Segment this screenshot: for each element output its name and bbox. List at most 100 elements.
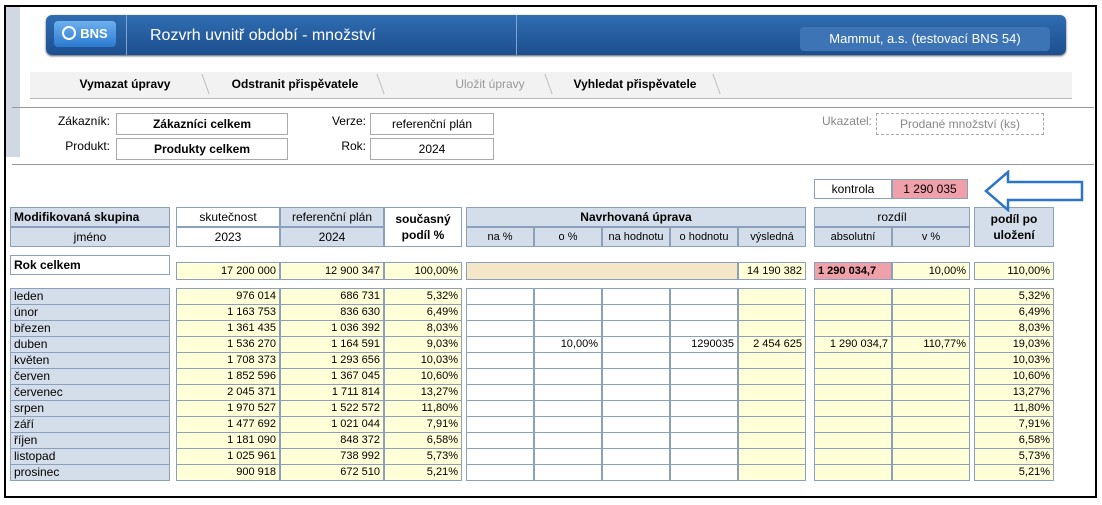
bns-logo[interactable]: BNS xyxy=(54,21,116,47)
cell-result xyxy=(738,432,806,449)
cell-result xyxy=(738,384,806,401)
cell-o-val[interactable] xyxy=(670,368,738,385)
year-label: Rok: xyxy=(341,139,366,153)
cell-na-pct[interactable] xyxy=(466,464,534,481)
kontrola-label: kontrola xyxy=(814,179,892,199)
remove-contributor-button[interactable]: Odstranit přispěvatele xyxy=(210,72,380,98)
cell-na-val[interactable] xyxy=(602,336,670,353)
cell-na-val[interactable] xyxy=(602,384,670,401)
cell-share: 5,73% xyxy=(384,448,462,465)
cell-o-pct[interactable] xyxy=(534,416,602,433)
cell-v-pct xyxy=(892,352,970,369)
cell-share: 10,03% xyxy=(384,352,462,369)
header-share: současný podíl % xyxy=(384,207,462,247)
cell-o-pct[interactable] xyxy=(534,432,602,449)
cell-actual: 1 970 527 xyxy=(176,400,280,417)
cell-v-pct xyxy=(892,368,970,385)
cell-o-val[interactable] xyxy=(670,352,738,369)
cell-na-pct[interactable] xyxy=(466,384,534,401)
cell-o-val[interactable] xyxy=(670,448,738,465)
cell-o-val[interactable] xyxy=(670,304,738,321)
save-changes-button[interactable]: Uložit úpravy xyxy=(435,72,545,98)
version-field[interactable]: referenční plán xyxy=(370,113,494,135)
cell-name: září xyxy=(10,416,170,433)
total-v-pct: 10,00% xyxy=(892,262,970,280)
cell-actual: 1 477 692 xyxy=(176,416,280,433)
cell-o-pct[interactable] xyxy=(534,368,602,385)
header-diff: rozdíl xyxy=(814,207,970,227)
cell-o-pct[interactable] xyxy=(534,464,602,481)
cell-o-pct[interactable] xyxy=(534,448,602,465)
cell-o-val[interactable]: 1290035 xyxy=(670,336,738,353)
product-field[interactable]: Produkty celkem xyxy=(116,138,288,160)
cell-name: leden xyxy=(10,288,170,305)
header-actual-year: 2023 xyxy=(176,227,280,247)
cell-after: 5,73% xyxy=(974,448,1054,465)
cell-actual: 900 918 xyxy=(176,464,280,481)
cell-abs xyxy=(814,416,892,433)
cell-abs xyxy=(814,448,892,465)
cell-o-val[interactable] xyxy=(670,400,738,417)
cell-na-val[interactable] xyxy=(602,400,670,417)
cell-o-pct[interactable] xyxy=(534,352,602,369)
cell-na-pct[interactable] xyxy=(466,288,534,305)
header-plan-year: 2024 xyxy=(280,227,384,247)
cell-abs xyxy=(814,352,892,369)
cell-share: 6,58% xyxy=(384,432,462,449)
cell-na-pct[interactable] xyxy=(466,432,534,449)
cell-abs xyxy=(814,384,892,401)
cell-na-val[interactable] xyxy=(602,352,670,369)
cell-v-pct: 110,77% xyxy=(892,336,970,353)
cell-after: 8,03% xyxy=(974,320,1054,337)
cell-share: 7,91% xyxy=(384,416,462,433)
cell-na-val[interactable] xyxy=(602,368,670,385)
cell-o-val[interactable] xyxy=(670,384,738,401)
customer-field[interactable]: Zákazníci celkem xyxy=(116,113,288,135)
cell-na-pct[interactable] xyxy=(466,400,534,417)
cell-na-pct[interactable] xyxy=(466,336,534,353)
cell-na-val[interactable] xyxy=(602,464,670,481)
total-abs: 1 290 034,7 xyxy=(814,262,892,280)
cell-actual: 1 708 373 xyxy=(176,352,280,369)
cell-o-val[interactable] xyxy=(670,416,738,433)
version-label: Verze: xyxy=(331,114,366,128)
cell-na-val[interactable] xyxy=(602,320,670,337)
cell-o-val[interactable] xyxy=(670,288,738,305)
find-contributor-button[interactable]: Vyhledat přispěvatele xyxy=(560,72,710,98)
year-field[interactable]: 2024 xyxy=(370,138,494,160)
cell-name: březen xyxy=(10,320,170,337)
cell-o-pct[interactable] xyxy=(534,288,602,305)
cell-na-pct[interactable] xyxy=(466,320,534,337)
indicator-field[interactable]: Prodané množství (ks) xyxy=(876,113,1044,135)
cell-result: 2 454 625 xyxy=(738,336,806,353)
cell-o-val[interactable] xyxy=(670,432,738,449)
cell-na-val[interactable] xyxy=(602,448,670,465)
cell-plan: 738 992 xyxy=(280,448,384,465)
toolbar: Vymazat úpravy Odstranit přispěvatele Ul… xyxy=(30,72,1072,99)
cell-na-pct[interactable] xyxy=(466,416,534,433)
window-frame: BNS Rozvrh uvnitř období - množství Mamm… xyxy=(4,5,1097,498)
cell-na-pct[interactable] xyxy=(466,448,534,465)
cell-o-val[interactable] xyxy=(670,464,738,481)
cell-plan: 672 510 xyxy=(280,464,384,481)
cell-name: červenec xyxy=(10,384,170,401)
cell-na-pct[interactable] xyxy=(466,368,534,385)
cell-v-pct xyxy=(892,320,970,337)
cell-o-pct[interactable] xyxy=(534,384,602,401)
cell-na-val[interactable] xyxy=(602,416,670,433)
cell-na-val[interactable] xyxy=(602,288,670,305)
cell-o-pct[interactable] xyxy=(534,304,602,321)
cell-o-pct[interactable] xyxy=(534,320,602,337)
cell-actual: 1 852 596 xyxy=(176,368,280,385)
cell-result xyxy=(738,304,806,321)
cell-o-pct[interactable] xyxy=(534,400,602,417)
cell-na-val[interactable] xyxy=(602,304,670,321)
cell-na-pct[interactable] xyxy=(466,304,534,321)
cell-o-pct[interactable]: 10,00% xyxy=(534,336,602,353)
cell-na-val[interactable] xyxy=(602,432,670,449)
cell-na-pct[interactable] xyxy=(466,352,534,369)
cell-o-val[interactable] xyxy=(670,320,738,337)
cell-abs: 1 290 034,7 xyxy=(814,336,892,353)
clear-changes-button[interactable]: Vymazat úpravy xyxy=(50,72,200,98)
cell-actual: 1 181 090 xyxy=(176,432,280,449)
